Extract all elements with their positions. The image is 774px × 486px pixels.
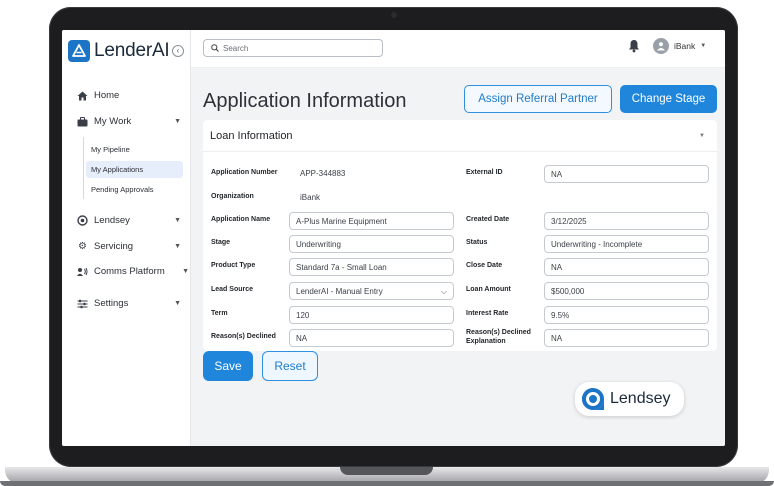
lenderai-logo-icon (68, 40, 90, 62)
laptop-mockup: LenderAI ‹ Home My Work ▼ My Pipeline My… (0, 0, 774, 486)
application-name-field[interactable]: A-Plus Marine Equipment (289, 212, 454, 230)
sidebar-item-my-work[interactable]: My Work ▼ (77, 116, 187, 127)
briefcase-icon (77, 116, 88, 127)
product-type-field[interactable]: Standard 7a - Small Loan (289, 258, 454, 276)
sidebar-item-label: Home (94, 90, 120, 101)
label-line: Explanation (466, 338, 506, 345)
sidebar-subitem-pending-approvals[interactable]: Pending Approvals (86, 181, 183, 198)
sidebar-item-label: Servicing (94, 241, 134, 252)
user-menu[interactable]: iBank ▼ (653, 38, 706, 54)
external-id-field[interactable]: NA (544, 165, 709, 183)
chevron-down-icon: ▼ (174, 243, 181, 250)
chevron-down-icon: ▼ (182, 268, 189, 275)
home-icon (77, 90, 88, 101)
lendsey-badge-label: Lendsey (610, 390, 671, 407)
external-id-label: External ID (466, 169, 503, 176)
sidebar-subitem-my-pipeline[interactable]: My Pipeline (86, 141, 183, 158)
close-date-label: Close Date (466, 262, 503, 269)
reasons-declined-label: Reason(s) Declined (211, 333, 276, 340)
interest-rate-label: Interest Rate (466, 310, 509, 317)
interest-rate-field[interactable]: 9.5% (544, 306, 709, 324)
lead-source-label: Lead Source (211, 286, 254, 293)
camera-dot (390, 12, 397, 18)
user-name: iBank (674, 41, 696, 51)
stage-field[interactable]: Underwriting (289, 235, 454, 253)
application-number-label: Application Number (211, 169, 278, 176)
laptop-base-edge (0, 481, 774, 486)
reasons-declined-explanation-field[interactable]: NA (544, 329, 709, 347)
reasons-declined-explanation-label: Reason(s) Declined Explanation (466, 328, 531, 346)
sidebar-item-home[interactable]: Home (77, 90, 187, 101)
organization-label: Organization (211, 193, 254, 200)
search-input[interactable]: Search (203, 39, 383, 57)
loan-information-card: Loan Information ▼ Application Number AP… (203, 120, 717, 351)
lendsey-logo-icon (582, 388, 604, 410)
divider (203, 151, 717, 152)
lendsey-icon (77, 215, 88, 226)
chevron-down-icon: ▼ (700, 43, 707, 49)
chevron-down-icon: ▼ (174, 118, 181, 125)
assign-referral-partner-button[interactable]: Assign Referral Partner (464, 85, 612, 113)
application-number-value: APP-344883 (300, 169, 346, 178)
change-stage-button[interactable]: Change Stage (620, 85, 717, 113)
lead-source-value: LenderAI - Manual Entry (296, 286, 383, 296)
loan-amount-field[interactable]: $500,000 (544, 282, 709, 300)
chevron-down-icon: ▼ (174, 217, 181, 224)
search-placeholder: Search (223, 43, 249, 53)
created-date-field[interactable]: 3/12/2025 (544, 212, 709, 230)
created-date-label: Created Date (466, 216, 510, 223)
sidebar-item-servicing[interactable]: ⚙ Servicing ▼ (77, 241, 187, 252)
gear-icon: ⚙ (78, 241, 87, 252)
app-screen: LenderAI ‹ Home My Work ▼ My Pipeline My… (62, 30, 725, 446)
brand-name: LenderAI (94, 40, 170, 61)
stage-label: Stage (211, 239, 231, 246)
status-field[interactable]: Underwriting - Incomplete (544, 235, 709, 253)
brand[interactable]: LenderAI (68, 40, 170, 62)
bell-icon[interactable] (628, 39, 640, 53)
avatar (653, 38, 669, 54)
sliders-icon (77, 298, 88, 309)
submenu-line (83, 137, 84, 199)
main-content: Application Information Assign Referral … (191, 68, 725, 446)
sidebar-item-label: My Work (94, 116, 132, 127)
status-label: Status (466, 239, 488, 246)
sidebar-item-label: Lendsey (94, 215, 130, 226)
chevron-down-icon: ▼ (174, 300, 181, 307)
save-button[interactable]: Save (203, 351, 253, 381)
term-label: Term (211, 310, 228, 317)
sidebar-item-label: Settings (94, 298, 129, 309)
sidebar: LenderAI ‹ Home My Work ▼ My Pipeline My… (62, 30, 191, 446)
label-line: Reason(s) Declined (466, 329, 531, 336)
page-title: Application Information (203, 90, 407, 112)
sidebar-item-lendsey[interactable]: Lendsey ▼ (77, 215, 187, 226)
reset-button[interactable]: Reset (262, 351, 318, 381)
product-type-label: Product Type (211, 262, 256, 269)
loan-amount-label: Loan Amount (466, 286, 511, 293)
sidebar-subitem-my-applications[interactable]: My Applications (86, 161, 183, 178)
laptop-lid: LenderAI ‹ Home My Work ▼ My Pipeline My… (49, 7, 738, 467)
close-date-field[interactable]: NA (544, 258, 709, 276)
lead-source-select[interactable]: LenderAI - Manual Entry ⌵ (289, 282, 454, 300)
chevron-down-icon[interactable]: ▼ (699, 133, 705, 139)
people-broadcast-icon (77, 266, 88, 277)
lendsey-badge[interactable]: Lendsey (575, 382, 684, 416)
laptop-notch (340, 467, 433, 475)
application-name-label: Application Name (211, 216, 271, 223)
organization-value: iBank (300, 193, 321, 202)
sidebar-item-label: Comms Platform (94, 266, 165, 277)
chevron-down-icon: ⌵ (440, 287, 447, 296)
collapse-sidebar-icon[interactable]: ‹ (172, 45, 184, 57)
section-title: Loan Information (210, 130, 293, 142)
sidebar-item-settings[interactable]: Settings ▼ (77, 298, 187, 309)
term-field[interactable]: 120 (289, 306, 454, 324)
reasons-declined-field[interactable]: NA (289, 329, 454, 347)
sidebar-item-comms-platform[interactable]: Comms Platform ▼ (77, 266, 189, 277)
search-icon (211, 44, 219, 52)
top-bar: Search iBank ▼ (191, 30, 725, 68)
